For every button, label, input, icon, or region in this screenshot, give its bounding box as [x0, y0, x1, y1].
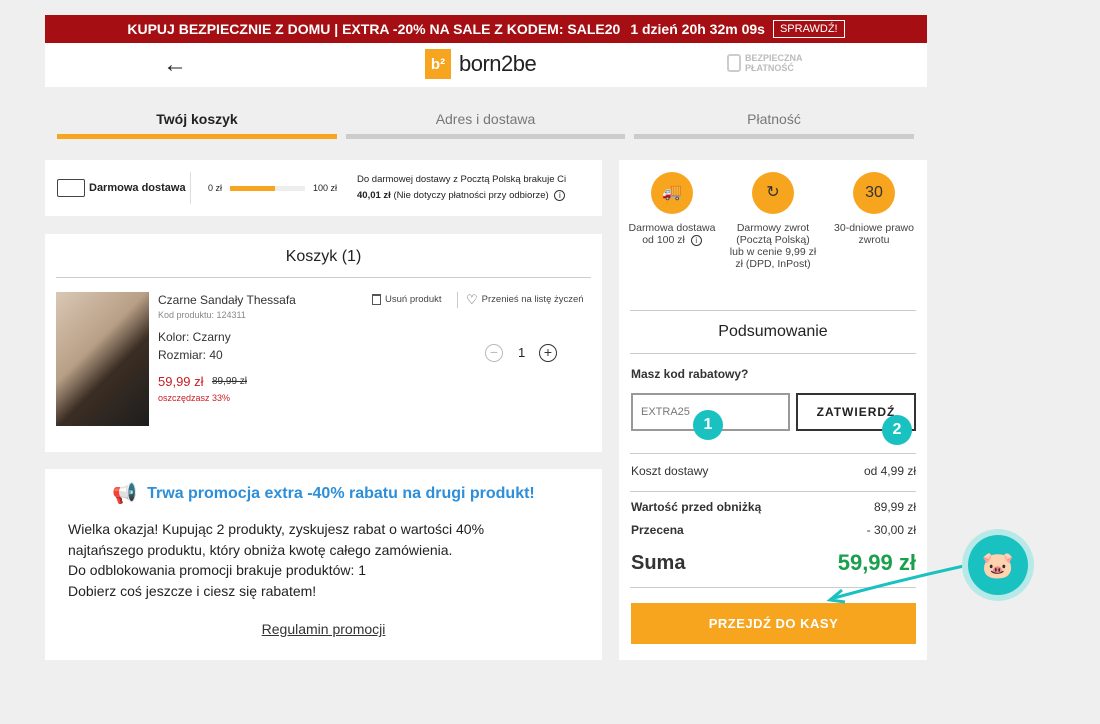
- divider: [457, 292, 458, 308]
- megaphone-icon: 📢: [112, 483, 138, 505]
- divider: [630, 353, 916, 354]
- delivery-label: Darmowa dostawa: [89, 182, 186, 194]
- benefit-text: 30-dniowe prawo zwrotu: [834, 222, 914, 246]
- benefit-30-day-return: 30 30-dniowe prawo zwrotu: [829, 172, 919, 246]
- heart-icon: ♡: [466, 291, 478, 307]
- checkout-steps: Twój koszyk Adres i dostawa Płatność: [45, 87, 927, 147]
- benefit-text: Darmowa dostawa od 100 zł: [628, 222, 716, 246]
- summary-title: Podsumowanie: [718, 323, 828, 340]
- product-image[interactable]: [56, 292, 149, 426]
- range-max: 100 zł: [313, 183, 338, 193]
- promo-line: Wielka okazja! Kupując 2 produkty, zysku…: [68, 521, 485, 537]
- before-discount-label: Wartość przed obniżką: [631, 500, 762, 514]
- delivery-message: Do darmowej dostawy z Pocztą Polską brak…: [357, 172, 592, 204]
- promo-line: Dobierz coś jeszcze i ciesz się rabatem!: [68, 582, 317, 599]
- logo[interactable]: b² born2be: [425, 49, 537, 79]
- qty-decrease-button[interactable]: −: [485, 344, 503, 362]
- info-icon[interactable]: i: [690, 235, 702, 246]
- promo-bar: KUPUJ BEZPIECZNIE Z DOMU | EXTRA -20% NA…: [45, 15, 927, 43]
- product-size: Rozmiar: 40: [158, 348, 223, 362]
- cart-title: Koszyk (1): [285, 248, 362, 265]
- qty-value: 1: [518, 345, 526, 360]
- sum-label: Suma: [631, 552, 686, 574]
- divider: [630, 491, 916, 492]
- benefit-text: Darmowy zwrot (Pocztą Polską) lub w ceni…: [729, 222, 817, 270]
- promo-text: KUPUJ BEZPIECZNIE Z DOMU | EXTRA -20% NA…: [127, 21, 621, 37]
- step-cart[interactable]: Twój koszyk: [57, 87, 337, 139]
- delivery-msg-line1: Do darmowej dostawy z Pocztą Polską brak…: [357, 174, 567, 185]
- calendar-icon: 30: [853, 172, 895, 214]
- promo-title: Trwa promocja extra -40% rabatu na drugi…: [147, 484, 535, 502]
- step-badge: 1: [693, 410, 723, 440]
- truck-icon: [57, 179, 85, 197]
- remove-product-button[interactable]: Usuń produkt: [372, 294, 442, 305]
- product-saving: oszczędzasz 33%: [158, 393, 231, 403]
- promo-body: Wielka okazja! Kupując 2 produkty, zysku…: [68, 519, 578, 601]
- step-label: Płatność: [747, 111, 801, 127]
- header: ← b² born2be BEZPIECZNA PŁATNOŚĆ: [45, 43, 927, 87]
- promo-countdown: 1 dzień 20h 32m 09s: [630, 21, 765, 37]
- logo-text: born2be: [459, 51, 537, 76]
- before-discount-value: 89,99 zł: [873, 500, 916, 514]
- promotion-card: 📢 Trwa promocja extra -40% rabatu na dru…: [45, 469, 602, 660]
- wishlist-label: Przenieś na listę życzeń: [481, 294, 584, 305]
- qty-increase-button[interactable]: +: [539, 344, 557, 362]
- info-icon[interactable]: i: [554, 190, 566, 201]
- discount-value: - 30,00 zł: [866, 523, 916, 537]
- product-old-price: 89,99 zł: [212, 376, 248, 387]
- logo-mark: b²: [425, 49, 451, 79]
- discount-label: Przecena: [631, 523, 684, 537]
- divider: [56, 277, 591, 278]
- delivery-progress: [230, 186, 305, 191]
- range-min: 0 zł: [208, 183, 223, 193]
- shipping-label: Koszt dostawy: [631, 464, 709, 478]
- piggy-bank-inner: 🐷: [968, 535, 1028, 595]
- promo-line: najtańszego produktu, który obniża kwotę…: [68, 541, 453, 558]
- truck-icon: 🚚: [651, 172, 693, 214]
- step-bar: [634, 134, 914, 139]
- delivery-progress-fill: [230, 186, 275, 191]
- secure-line1: BEZPIECZNA: [745, 53, 803, 63]
- lock-icon: [727, 54, 741, 72]
- trash-icon: [372, 294, 381, 305]
- step-address[interactable]: Adres i dostawa: [346, 87, 625, 139]
- promo-heading: 📢 Trwa promocja extra -40% rabatu na dru…: [45, 481, 602, 506]
- promo-line: Do odblokowania promocji brakuje produkt…: [68, 562, 367, 578]
- move-to-wishlist-button[interactable]: ♡ Przenieś na listę życzeń: [466, 291, 584, 307]
- piggy-bank-icon: 🐷: [962, 529, 1034, 601]
- annotation-arrow-icon: [826, 563, 969, 604]
- coupon-label: Masz kod rabatowy?: [631, 367, 749, 381]
- step-label: Twój koszyk: [156, 111, 238, 127]
- promo-check-button[interactable]: SPRAWDŹ!: [772, 20, 845, 38]
- step-payment[interactable]: Płatność: [634, 87, 914, 139]
- product-code: Kod produktu: 124311: [158, 310, 246, 320]
- step-bar: [57, 134, 337, 139]
- secure-payment-badge: BEZPIECZNA PŁATNOŚĆ: [727, 53, 803, 73]
- delivery-note: (Nie dotyczy płatności przy odbiorze): [393, 190, 549, 201]
- step-label: Adres i dostawa: [435, 111, 536, 127]
- divider: [190, 172, 191, 204]
- product-name[interactable]: Czarne Sandały Thessafa: [158, 293, 296, 307]
- promo-rules-link[interactable]: Regulamin promocji: [45, 621, 602, 637]
- benefit-free-return: ↻ Darmowy zwrot (Pocztą Polską) lub w ce…: [728, 172, 818, 270]
- shipping-value: od 4,99 zł: [863, 464, 916, 478]
- return-icon: ↻: [752, 172, 794, 214]
- divider: [630, 310, 916, 311]
- free-delivery-card: Darmowa dostawa 0 zł 100 zł Do darmowej …: [45, 160, 602, 216]
- product-price: 59,99 zł: [158, 374, 204, 389]
- secure-line2: PŁATNOŚĆ: [745, 63, 794, 73]
- benefit-free-delivery: 🚚 Darmowa dostawa od 100 zł i: [627, 172, 717, 246]
- step-badge: 2: [882, 415, 912, 445]
- delivery-amount: 40,01 zł: [357, 190, 391, 201]
- cart-card: Koszyk (1) Czarne Sandały Thessafa Kod p…: [45, 234, 602, 452]
- remove-label: Usuń produkt: [385, 294, 442, 305]
- product-color: Kolor: Czarny: [158, 330, 231, 344]
- divider: [630, 453, 916, 454]
- step-bar: [346, 134, 625, 139]
- back-arrow-icon[interactable]: ←: [163, 51, 187, 79]
